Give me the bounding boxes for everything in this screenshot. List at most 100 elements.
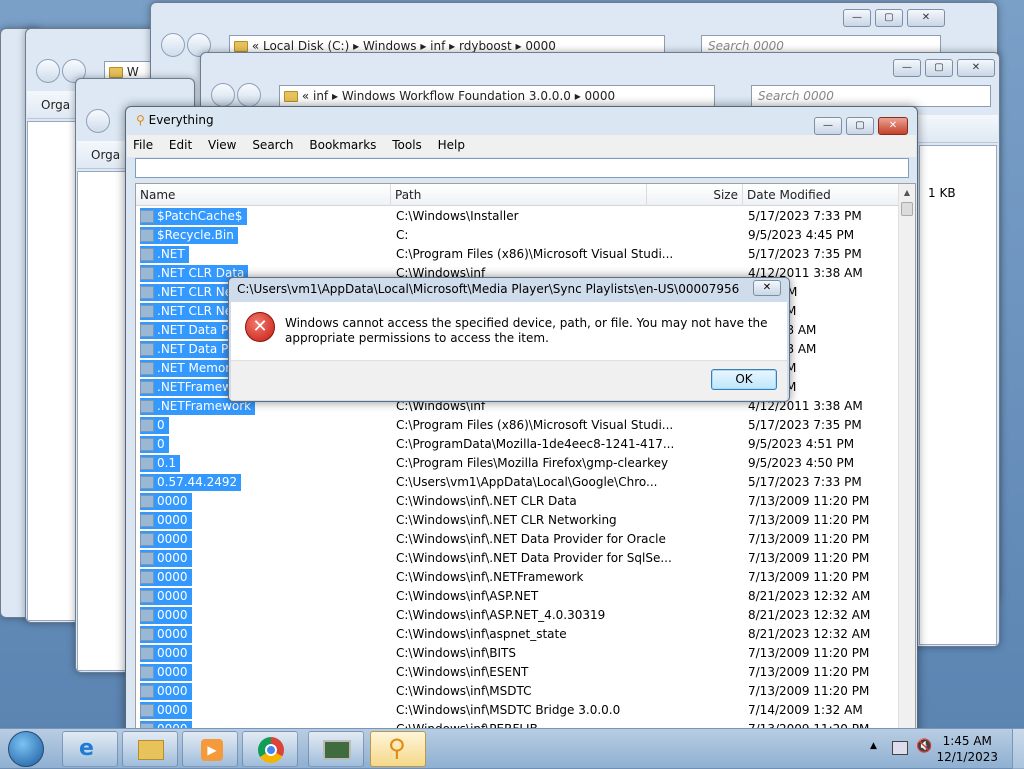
organize-label[interactable]: Orga [41,98,70,112]
column-size[interactable]: Size [647,184,743,206]
clock[interactable]: 1:45 AM 12/1/2023 [936,733,998,765]
taskbar-media-player-icon[interactable]: ▶ [182,731,238,767]
organize-label[interactable]: Orga [91,148,120,162]
menu-help[interactable]: Help [432,135,471,155]
close-button[interactable]: ✕ [878,117,908,135]
table-row[interactable]: 0.1 C:\Program Files\Mozilla Firefox\gmp-… [136,454,898,473]
column-path[interactable]: Path [391,184,647,206]
table-row[interactable]: $Recycle.Bin C: 9/5/2023 4:45 PM [136,226,898,245]
table-row[interactable]: 0000 C:\Windows\inf\ESENT 7/13/2009 11:20 … [136,663,898,682]
dialog-close-button[interactable]: ✕ [753,280,781,296]
scroll-up-arrow[interactable]: ▲ [899,184,915,201]
show-desktop-button[interactable] [1012,729,1024,769]
maximize-button[interactable]: ▢ [925,59,953,77]
crumb[interactable]: 0000 [525,39,556,53]
folder-icon [140,305,154,318]
table-row[interactable]: 0000 C:\Windows\inf\BITS 7/13/2009 11:20 P… [136,644,898,663]
taskbar-ie-icon[interactable]: e [62,731,118,767]
back-button[interactable] [36,59,60,83]
table-row[interactable]: $PatchCache$ C:\Windows\Installer 5/17/202… [136,207,898,226]
file-name: 0000 [140,531,192,548]
table-row[interactable]: 0000 C:\Windows\inf\.NET Data Provider fo… [136,549,898,568]
crumb[interactable]: Windows [363,39,417,53]
file-path: C:\Windows\inf\.NET Data Provider for Or… [396,532,666,546]
column-name[interactable]: Name [136,184,391,206]
window-title: ⚲ Everything [136,113,214,127]
file-path: C:\Users\vm1\AppData\Local\Google\Chro..… [396,475,658,489]
maximize-button[interactable]: ▢ [846,117,874,135]
back-button[interactable] [211,83,235,107]
table-row[interactable]: 0000 C:\Windows\inf\MSDTC 7/13/2009 11:20 … [136,682,898,701]
file-date: 7/13/2009 11:20 PM [748,532,870,546]
table-row[interactable]: 0 C:\ProgramData\Mozilla-1de4eec8-1241-41… [136,435,898,454]
back-button[interactable] [86,109,110,133]
table-row[interactable]: 0 C:\Program Files (x86)\Microsoft Visual… [136,416,898,435]
crumb[interactable]: inf [430,39,445,53]
crumb[interactable]: Windows Workflow Foundation 3.0.0.0 [342,89,571,103]
scroll-thumb[interactable] [901,202,913,216]
file-path: C:\Windows\inf\aspnet_state [396,627,567,641]
start-orb-icon[interactable] [8,731,44,767]
file-date: 5/17/2023 7:35 PM [748,247,862,261]
minimize-button[interactable]: — [893,59,921,77]
taskbar-network-icon[interactable] [308,731,364,767]
table-row[interactable]: 0000 C:\Windows\inf\.NET CLR Networking 7/… [136,511,898,530]
crumb[interactable]: inf [313,89,328,103]
minimize-button[interactable]: — [814,117,842,135]
menu-view[interactable]: View [202,135,242,155]
folder-icon [140,590,154,603]
menu-tools[interactable]: Tools [386,135,428,155]
folder-icon [140,666,154,679]
folder-icon [284,91,298,102]
back-button[interactable] [161,33,185,57]
file-pane: 1 KB thing [919,145,997,750]
table-row[interactable]: 0000 C:\Windows\inf\ASP.NET_4.0.30319 8/21… [136,606,898,625]
everything-window[interactable]: ⚲ Everything — ▢ ✕ File Edit View Search… [125,106,918,746]
table-row[interactable]: 0000 C:\Windows\inf\ASP.NET 8/21/2023 12:3… [136,587,898,606]
volume-muted-icon[interactable]: 🔇 [916,739,932,754]
table-row[interactable]: 0000 C:\Windows\inf\.NETFramework 7/13/200… [136,568,898,587]
file-path: C:\Windows\inf\MSDTC [396,684,532,698]
taskbar-chrome-icon[interactable] [242,731,298,767]
menu-edit[interactable]: Edit [163,135,198,155]
table-row[interactable]: 0000 C:\Windows\inf\aspnet_state 8/21/2023… [136,625,898,644]
network-tray-icon[interactable] [892,741,908,755]
file-date: 5/17/2023 7:33 PM [748,209,862,223]
menu-search[interactable]: Search [246,135,299,155]
close-button[interactable]: ✕ [907,9,945,27]
search-input[interactable]: Search 0000 [751,85,991,107]
maximize-button[interactable]: ▢ [875,9,903,27]
close-button[interactable]: ✕ [957,59,995,77]
taskbar-everything-icon[interactable]: ⚲ [370,731,426,767]
address-bar[interactable]: « inf ▸ Windows Workflow Foundation 3.0.… [279,85,715,107]
file-name: $Recycle.Bin [140,227,238,244]
minimize-button[interactable]: — [843,9,871,27]
ok-button[interactable]: OK [711,369,777,390]
error-dialog[interactable]: C:\Users\vm1\AppData\Local\Microsoft\Med… [228,277,790,402]
table-row[interactable]: 0000 C:\Windows\inf\.NET CLR Data 7/13/200… [136,492,898,511]
file-date: 5/17/2023 7:35 PM [748,418,862,432]
results-list[interactable]: Name Path Size Date Modified $PatchCache… [135,183,916,745]
taskbar: e ▶ ⚲ ▲ 🔇 1:45 AM 12/1/2023 [0,728,1024,769]
menu-bookmarks[interactable]: Bookmarks [303,135,382,155]
show-hidden-icons[interactable]: ▲ [870,741,877,751]
taskbar-explorer-icon[interactable] [122,731,178,767]
table-row[interactable]: 0000 C:\Windows\inf\MSDTC Bridge 3.0.0.0 7… [136,701,898,720]
column-date[interactable]: Date Modified [743,184,915,206]
table-row[interactable]: 0.57.44.2492 C:\Users\vm1\AppData\Local\G… [136,473,898,492]
file-path: C: [396,228,409,242]
file-name: $PatchCache$ [140,208,247,225]
table-row[interactable]: 0000 C:\Windows\inf\.NET Data Provider fo… [136,530,898,549]
vertical-scrollbar[interactable]: ▲ [898,184,915,745]
crumb[interactable]: 0000 [585,89,616,103]
search-input[interactable] [135,158,909,178]
table-row[interactable]: .NET C:\Program Files (x86)\Microsoft Vis… [136,245,898,264]
folder-icon [140,571,154,584]
menu-file[interactable]: File [127,135,159,155]
crumb[interactable]: rdyboost [459,39,512,53]
forward-button[interactable] [237,83,261,107]
crumb[interactable]: Local Disk (C:) [263,39,349,53]
file-name: 0 [140,417,169,434]
file-name: 0000 [140,550,192,567]
folder-icon [140,476,154,489]
